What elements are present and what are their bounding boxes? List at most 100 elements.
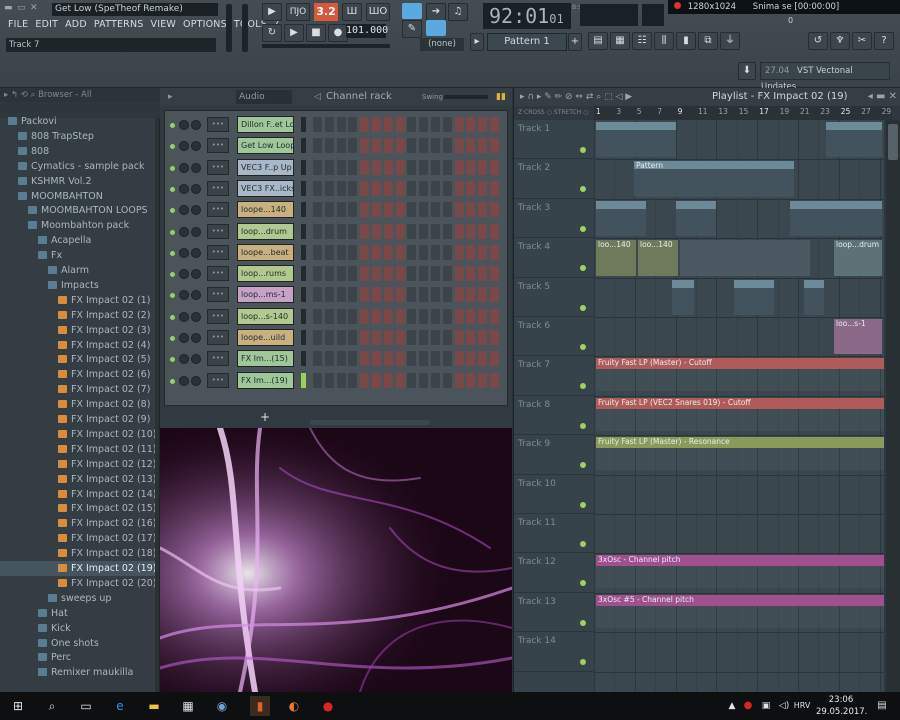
step-button[interactable] [313, 372, 322, 388]
browser-file[interactable]: FX Impact 02 (13) [0, 472, 156, 487]
step-button[interactable] [360, 180, 370, 196]
step-button[interactable] [466, 244, 476, 260]
step-button[interactable] [478, 372, 488, 388]
step-button[interactable] [395, 223, 405, 239]
mixer-track-selector[interactable]: ••• [207, 308, 229, 324]
mixer-window-icon[interactable]: ⫼ [654, 32, 674, 50]
download-icon[interactable]: ⬇ [738, 62, 756, 80]
browser-file[interactable]: FX Impact 02 (10) [0, 427, 156, 442]
step-button[interactable] [360, 287, 370, 303]
channel-pan-knob[interactable] [191, 141, 201, 152]
step-button[interactable] [419, 351, 429, 367]
piano-roll-window-icon[interactable]: ▦ [610, 32, 630, 50]
step-button[interactable] [419, 287, 429, 303]
explorer-icon[interactable]: ▬ [144, 696, 164, 716]
step-button[interactable] [407, 202, 417, 218]
step-button[interactable] [360, 308, 370, 324]
step-button[interactable] [407, 330, 417, 345]
step-button[interactable] [395, 117, 405, 132]
browser-file[interactable]: FX Impact 02 (2) [0, 308, 156, 323]
channel-mute-led[interactable] [170, 336, 175, 341]
browser-nav-icon[interactable]: ▸ ↰ ⟲ ⌕ [4, 90, 38, 100]
browser-file[interactable]: FX Impact 02 (8) [0, 397, 156, 412]
automation-clip[interactable]: Fruity Fast LP (Master) - Cutoff [596, 358, 884, 370]
track-mute-led[interactable] [580, 501, 586, 508]
track-mute-led[interactable] [580, 265, 586, 272]
channel-name-button[interactable]: VEC3 FX..icks 04 [237, 179, 294, 197]
step-button[interactable] [383, 372, 393, 388]
step-button[interactable] [360, 159, 370, 175]
browser-file[interactable]: FX Impact 02 (1) [0, 293, 156, 308]
add-channel-button[interactable]: + [260, 410, 270, 424]
channel-mute-led[interactable] [170, 272, 175, 278]
channel-name-button[interactable]: loop...drum [237, 222, 294, 240]
step-button[interactable] [313, 117, 322, 132]
step-button[interactable] [348, 351, 358, 367]
restore-icon[interactable]: ▭ [17, 3, 27, 13]
audio-clip[interactable]: loo...s-1 [834, 319, 882, 355]
automation-clip[interactable]: Fruity Fast LP (Master) - Resonance [596, 437, 884, 449]
step-button[interactable] [395, 351, 405, 367]
step-button[interactable] [360, 351, 370, 367]
plug-icon[interactable]: ⏚ [720, 32, 740, 50]
mixer-track-selector[interactable]: ••• [207, 159, 229, 175]
step-button[interactable] [383, 244, 393, 260]
store-icon[interactable]: ▦ [178, 696, 198, 716]
step-button[interactable] [419, 223, 429, 239]
step-button[interactable] [372, 330, 381, 345]
channel-volume-knob[interactable] [179, 311, 189, 322]
step-button[interactable] [360, 202, 370, 218]
step-button[interactable] [313, 138, 322, 154]
step-button[interactable] [383, 287, 393, 303]
mixer-track-selector[interactable]: ••• [207, 351, 229, 367]
step-button[interactable] [336, 159, 346, 175]
step-button[interactable] [360, 223, 370, 239]
step-button[interactable] [442, 180, 452, 196]
browser-file[interactable]: FX Impact 02 (5) [0, 352, 156, 367]
channel-select-indicator[interactable] [301, 372, 306, 388]
master-volume-slider[interactable] [226, 4, 232, 52]
step-button[interactable] [324, 117, 334, 132]
step-button[interactable] [336, 138, 346, 154]
channel-name-button[interactable]: FX Im...(15) [237, 350, 294, 368]
track-mute-led[interactable] [580, 462, 586, 469]
step-button[interactable] [372, 117, 381, 132]
step-button[interactable] [348, 308, 358, 324]
track-header[interactable]: Track 10 [514, 475, 594, 514]
step-button[interactable] [431, 266, 440, 282]
track-header[interactable]: Track 13 [514, 593, 594, 633]
playlist-scrollbar[interactable] [886, 120, 900, 692]
channel-pan-knob[interactable] [191, 205, 201, 216]
step-button[interactable] [336, 330, 346, 345]
step-button[interactable] [466, 223, 476, 239]
step-button[interactable] [490, 330, 499, 345]
browser-file[interactable]: FX Impact 02 (12) [0, 457, 156, 472]
step-button[interactable] [395, 266, 405, 282]
step-button[interactable] [454, 351, 464, 367]
track-header[interactable]: Track 11 [514, 514, 594, 554]
step-button[interactable] [442, 308, 452, 324]
track-header[interactable]: Track 4 [514, 238, 594, 278]
channel-pan-knob[interactable] [191, 120, 201, 130]
step-button[interactable] [431, 180, 440, 196]
browser-folder[interactable]: Moombahton pack [0, 218, 156, 233]
browser-scrollbar[interactable] [155, 118, 159, 692]
pattern-clip[interactable] [734, 279, 774, 315]
browser-folder[interactable]: Cymatics - sample pack [0, 159, 156, 174]
step-button[interactable] [478, 330, 488, 345]
step-button[interactable] [395, 372, 405, 388]
step-button[interactable] [490, 308, 499, 324]
step-button[interactable] [395, 180, 405, 196]
browser-window-icon[interactable]: ⧉ [698, 32, 718, 50]
channel-pan-knob[interactable] [191, 226, 201, 237]
track-mute-led[interactable] [580, 147, 586, 153]
step-button[interactable] [419, 266, 429, 282]
step-button[interactable] [431, 159, 440, 175]
step-button[interactable] [407, 223, 417, 239]
step-button[interactable] [383, 308, 393, 324]
step-button[interactable] [431, 372, 440, 388]
help-icon[interactable]: ? [874, 32, 894, 50]
step-button[interactable] [478, 159, 488, 175]
channel-mute-led[interactable] [170, 357, 175, 363]
blend-notes-button[interactable]: ♫ [448, 3, 468, 21]
